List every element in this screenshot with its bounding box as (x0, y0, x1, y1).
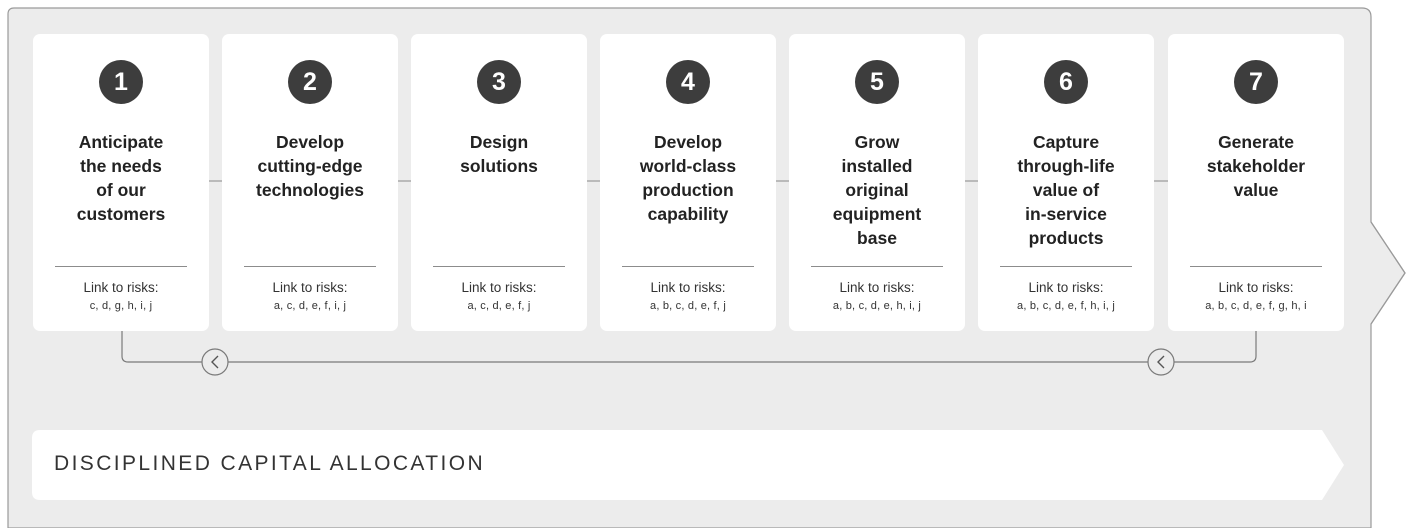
chevron-left-icon (201, 348, 229, 376)
step-number-badge: 4 (666, 60, 710, 104)
step-card-5: 5 Grow installed original equipment base Lin… (789, 34, 965, 331)
step-title: Generate stakeholder value (1206, 132, 1306, 200)
step-title: Develop world-class production capability (639, 132, 737, 224)
step-title: Anticipate the needs of our customers (76, 132, 166, 224)
divider (433, 266, 565, 267)
risk-label: Link to risks: (1218, 280, 1294, 295)
step-title: Grow installed original equipment base (832, 132, 922, 248)
risk-list: a, c, d, e, f, j (467, 300, 531, 312)
banner-label: DISCIPLINED CAPITAL ALLOCATION (54, 452, 486, 475)
chevron-left-icon (1147, 348, 1175, 376)
step-number-badge: 2 (288, 60, 332, 104)
step-card-3: 3 Design solutions Link to risks: a, c, d… (411, 34, 587, 331)
risk-label: Link to risks: (1028, 280, 1104, 295)
risk-list: a, b, c, d, e, f, h, i, j (1017, 300, 1115, 312)
divider (1000, 266, 1132, 267)
risk-label: Link to risks: (650, 280, 726, 295)
step-number-badge: 1 (99, 60, 143, 104)
risk-label: Link to risks: (839, 280, 915, 295)
divider (811, 266, 943, 267)
step-number-badge: 6 (1044, 60, 1088, 104)
step-card-7: 7 Generate stakeholder value Link to risks… (1168, 34, 1344, 331)
step-number-badge: 7 (1234, 60, 1278, 104)
risk-label: Link to risks: (83, 280, 159, 295)
step-title: Capture through-life value of in-service pro… (1017, 132, 1115, 248)
risk-list: a, b, c, d, e, h, i, j (832, 300, 922, 312)
risk-list: c, d, g, h, i, j (89, 300, 153, 312)
divider (1190, 266, 1322, 267)
risk-list: a, b, c, d, e, f, j (650, 300, 726, 312)
step-title: Develop cutting-edge technologies (256, 132, 364, 200)
risk-label: Link to risks: (272, 280, 348, 295)
step-number-badge: 3 (477, 60, 521, 104)
risk-list: a, c, d, e, f, i, j (273, 300, 347, 312)
divider (55, 266, 187, 267)
step-card-2: 2 Develop cutting-edge technologies Link t… (222, 34, 398, 331)
step-title: Design solutions (460, 132, 538, 176)
step-card-4: 4 Develop world-class production capability… (600, 34, 776, 331)
step-card-6: 6 Capture through-life value of in-service p… (978, 34, 1154, 331)
divider (622, 266, 754, 267)
step-card-1: 1 Anticipate the needs of our customers Lin… (33, 34, 209, 331)
risk-label: Link to risks: (461, 280, 537, 295)
step-number-badge: 5 (855, 60, 899, 104)
divider (244, 266, 376, 267)
risk-list: a, b, c, d, e, f, g, h, i (1205, 300, 1307, 312)
